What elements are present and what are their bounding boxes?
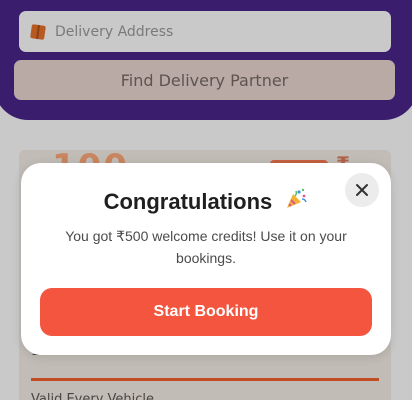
promo-footer-label: Valid Every Vehicle xyxy=(31,392,155,400)
delivery-address-input[interactable]: Delivery Address xyxy=(19,11,391,52)
dialog-title: Congratulations xyxy=(103,189,273,214)
app-screen: Delivery Address Find Delivery Partner 1… xyxy=(0,0,412,400)
welcome-credits-dialog: Congratulations You got ₹500 welcome cre… xyxy=(21,163,391,355)
promo-divider xyxy=(31,378,379,381)
party-popper-icon xyxy=(287,188,308,208)
dialog-message: You got ₹500 welcome credits! Use it on … xyxy=(65,228,347,266)
dialog-title-row: Congratulations xyxy=(21,187,391,215)
start-booking-button[interactable]: Start Booking xyxy=(40,288,372,336)
package-icon xyxy=(30,23,46,40)
delivery-address-placeholder: Delivery Address xyxy=(55,23,174,40)
find-delivery-partner-button[interactable]: Find Delivery Partner xyxy=(14,60,395,100)
